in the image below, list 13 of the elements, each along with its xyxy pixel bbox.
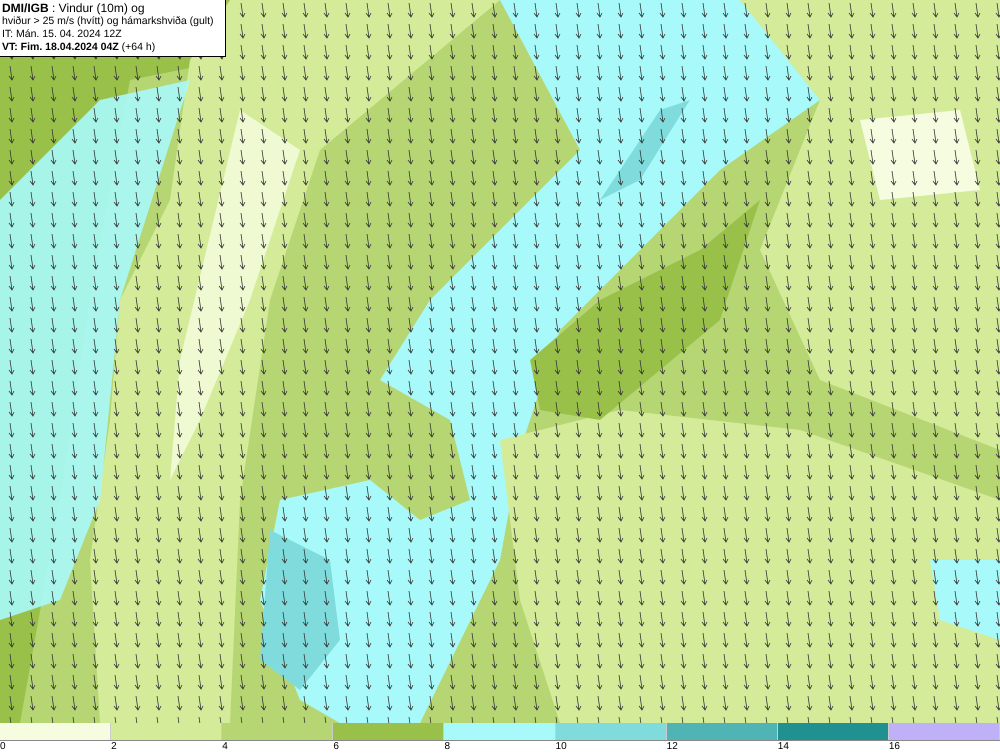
legend-tick-label: 4 xyxy=(222,741,228,753)
legend-tick-label: 16 xyxy=(888,741,900,753)
legend-tick-label: 0 xyxy=(0,741,6,753)
legend-tick-label: 6 xyxy=(333,741,339,753)
legend-tick-label: 12 xyxy=(666,741,678,753)
legend-tick-label: 14 xyxy=(778,741,789,753)
title-line: VT: Fim. 18.04.2024 04Z (+64 h) xyxy=(2,41,156,54)
legend-tick-label: 2 xyxy=(111,741,117,753)
title-line: hviður > 25 m/s (hvítt) og hámarkshviða (gult) xyxy=(2,15,215,28)
legend-tick-label: 8 xyxy=(444,741,450,753)
title-line: DMI/IGB : Vindur (10m) og xyxy=(2,1,146,15)
title-line: IT: Mán. 15. 04. 2024 12Z xyxy=(2,28,123,41)
legend-tick-label: 10 xyxy=(556,741,567,753)
